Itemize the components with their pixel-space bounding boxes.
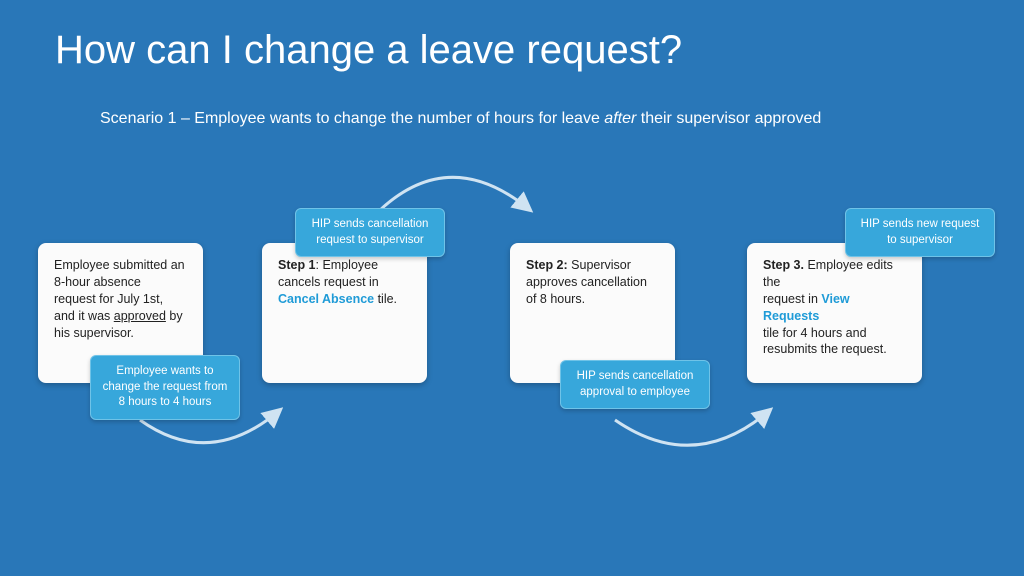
step-label: Step 2: — [526, 258, 568, 272]
card-step3: Step 3. Employee edits the request in Vi… — [747, 243, 922, 383]
t: and it was — [54, 309, 114, 323]
t: Supervisor — [568, 258, 631, 272]
t: to supervisor — [887, 234, 953, 246]
t: HIP sends cancellation — [577, 370, 694, 382]
t: approval to employee — [580, 386, 690, 398]
t: request in — [763, 292, 821, 306]
link-cancel-absence: Cancel Absence — [278, 292, 374, 306]
card-step1: Step 1: Employee cancels request in Canc… — [262, 243, 427, 383]
step-label: Step 3. — [763, 258, 804, 272]
diagram-stage: Employee submitted an 8-hour absence req… — [0, 0, 1024, 576]
t: Employee submitted an — [54, 258, 185, 272]
t: HIP sends cancellation — [312, 218, 429, 230]
t: resubmits the request. — [763, 342, 887, 356]
t: change the request from — [103, 381, 228, 393]
callout-hip-approval: HIP sends cancellation approval to emplo… — [560, 360, 710, 409]
t: approves cancellation — [526, 275, 647, 289]
callout-hip-new-request: HIP sends new request to supervisor — [845, 208, 995, 257]
t: Employee wants to — [116, 365, 213, 377]
step-label: Step 1 — [278, 258, 316, 272]
t: of 8 hours. — [526, 292, 585, 306]
t: request to supervisor — [316, 234, 423, 246]
t: cancels request in — [278, 275, 379, 289]
t-underline: approved — [114, 309, 166, 323]
t: by — [166, 309, 183, 323]
t: tile for 4 hours and — [763, 326, 867, 340]
t: HIP sends new request — [861, 218, 980, 230]
callout-employee-wants: Employee wants to change the request fro… — [90, 355, 240, 420]
t: request for July 1st, — [54, 292, 163, 306]
t: : Employee — [316, 258, 379, 272]
t: 8-hour absence — [54, 275, 141, 289]
callout-hip-cancel-request: HIP sends cancellation request to superv… — [295, 208, 445, 257]
t: 8 hours to 4 hours — [119, 396, 212, 408]
t: his supervisor. — [54, 326, 134, 340]
t: tile. — [374, 292, 397, 306]
